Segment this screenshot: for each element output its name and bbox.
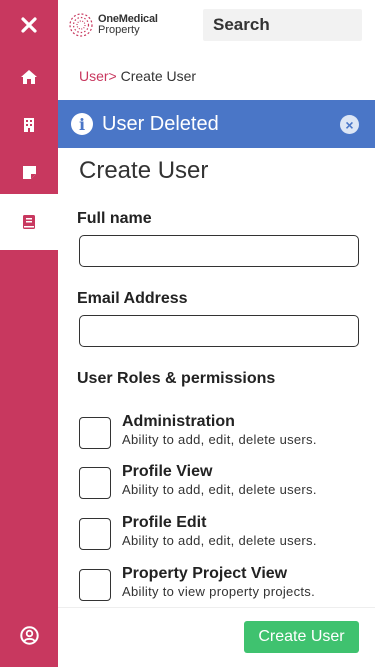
page-title: Create User [79,157,209,184]
role-item: Profile Edit Ability to add, edit, delet… [79,514,369,558]
book-icon [23,215,35,229]
role-description: Ability to add, edit, delete users. [122,482,317,497]
brand-logo[interactable]: OneMedical Property [68,12,158,38]
close-menu-button[interactable] [0,2,58,48]
role-name: Profile View [122,463,213,480]
role-item: Administration Ability to add, edit, del… [79,413,369,457]
role-description: Ability to view property projects. [122,584,315,599]
home-icon [21,70,37,84]
info-icon: i [71,113,93,135]
sidebar-item-notes[interactable] [0,149,58,195]
role-name: Administration [122,413,235,430]
building-icon [24,118,34,132]
role-item: Profile View Ability to add, edit, delet… [79,463,369,507]
user-circle-icon [19,625,39,645]
sidebar-item-properties[interactable] [0,102,58,148]
full-name-label: Full name [77,210,152,227]
sidebar [0,0,58,667]
sidebar-item-profile[interactable] [0,612,58,658]
role-item: Property Project View Ability to view pr… [79,565,369,609]
email-field[interactable] [79,315,359,347]
role-checkbox-property-project-view[interactable] [79,569,111,601]
logo-line2: Property [98,24,140,36]
sidebar-item-users[interactable] [0,194,58,250]
alert-message: User Deleted [102,112,219,135]
email-label: Email Address [77,290,188,307]
create-user-button[interactable]: Create User [244,621,359,653]
role-checkbox-administration[interactable] [79,417,111,449]
logo-icon [69,13,93,37]
role-description: Ability to add, edit, delete users. [122,533,317,548]
breadcrumb: User> Create User [79,68,196,84]
role-checkbox-profile-view[interactable] [79,467,111,499]
role-description: Ability to add, edit, delete users. [122,432,317,447]
role-name: Profile Edit [122,514,207,531]
roles-heading: User Roles & permissions [77,370,276,387]
sidebar-item-home[interactable] [0,54,58,100]
alert-banner: i User Deleted × [58,100,375,148]
note-icon [22,165,36,179]
full-name-field[interactable] [79,235,359,267]
top-header: OneMedical Property Search [58,0,375,50]
footer-divider [58,607,375,608]
close-alert-icon[interactable]: × [340,115,359,134]
breadcrumb-current: Create User [120,68,197,84]
close-icon [21,17,37,33]
role-checkbox-profile-edit[interactable] [79,518,111,550]
search-input[interactable]: Search [203,9,362,41]
role-name: Property Project View [122,565,288,582]
breadcrumb-link-user[interactable]: User> [79,68,117,84]
